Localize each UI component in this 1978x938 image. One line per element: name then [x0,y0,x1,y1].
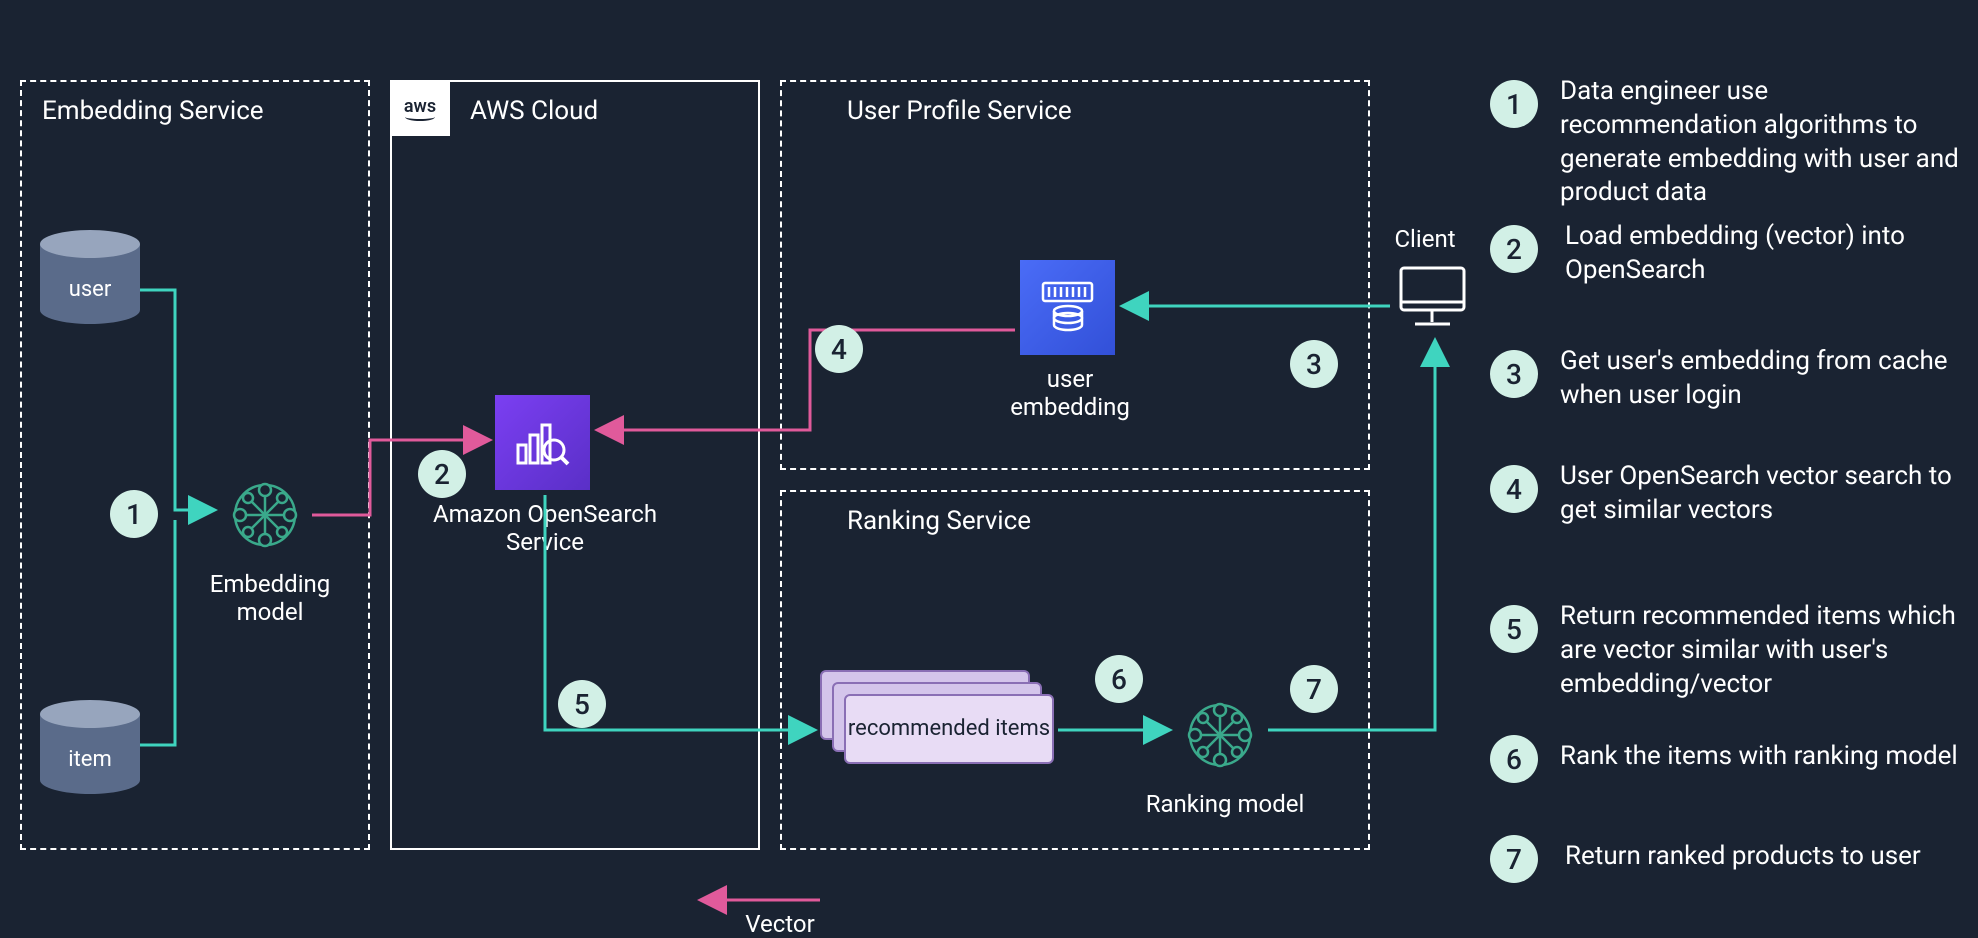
legend-text-5: Return recommended items which are vecto… [1560,600,1970,701]
step-badge-2: 2 [418,450,466,498]
step-badge-1: 1 [110,490,158,538]
ranking-service-title: Ranking Service [847,506,1031,536]
aws-logo-icon: aws [390,80,450,136]
vector-label: Vector [730,910,830,938]
opensearch-icon [495,395,590,490]
legend-badge-1: 1 [1490,80,1538,128]
step-badge-6: 6 [1095,655,1143,703]
user-embedding-icon [1020,260,1115,355]
legend-badge-4: 4 [1490,465,1538,513]
embedding-model-icon [220,470,310,560]
legend-badge-2: 2 [1490,225,1538,273]
user-embedding-label: user embedding [1000,365,1140,421]
legend-text-4: User OpenSearch vector search to get sim… [1560,460,1970,528]
user-db-icon: user [40,230,140,324]
legend-badge-7: 7 [1490,835,1538,883]
recommended-items-label: recommended items [848,716,1050,741]
client-label: Client [1385,225,1465,253]
step-badge-3: 3 [1290,340,1338,388]
step-badge-5: 5 [558,680,606,728]
user-profile-title: User Profile Service [847,96,1072,126]
ranking-model-icon [1175,690,1265,780]
ranking-model-label: Ranking model [1135,790,1315,818]
legend-text-6: Rank the items with ranking model [1560,740,1970,774]
step-badge-4: 4 [815,325,863,373]
client-icon [1395,260,1470,335]
item-db-icon: item [40,700,140,794]
step-badge-7: 7 [1290,665,1338,713]
embedding-service-title: Embedding Service [42,96,264,126]
legend-badge-3: 3 [1490,350,1538,398]
embedding-model-label: Embedding model [195,570,345,626]
aws-cloud-title: AWS Cloud [470,96,598,126]
legend-text-2: Load embedding (vector) into OpenSearch [1565,220,1965,288]
legend-badge-6: 6 [1490,735,1538,783]
legend-text-7: Return ranked products to user [1565,840,1965,874]
legend-text-1: Data engineer use recommendation algorit… [1560,75,1970,210]
opensearch-label: Amazon OpenSearch Service [430,500,660,556]
legend-text-3: Get user's embedding from cache when use… [1560,345,1970,413]
legend-badge-5: 5 [1490,605,1538,653]
